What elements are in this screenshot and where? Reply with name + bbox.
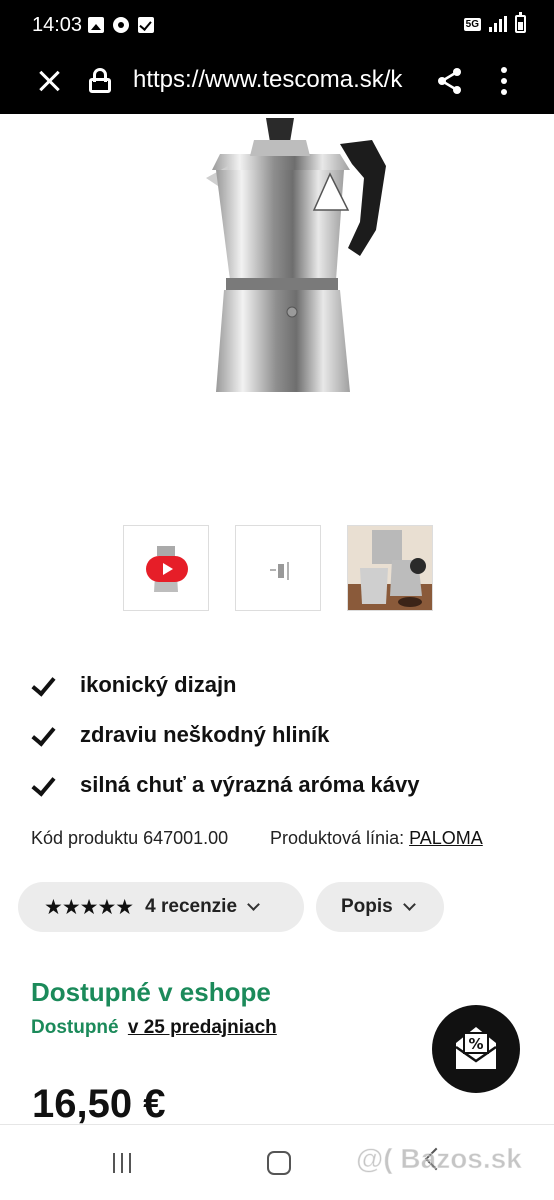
status-time: 14:03 [32,14,83,36]
signal-icon [489,16,507,32]
check-icon [30,673,54,697]
feature-text: ikonický dizajn [80,672,237,697]
product-code: Kód produktu 647001.00 [31,828,229,848]
feature-text: zdraviu neškodný hliník [80,722,330,747]
feature-item: zdraviu neškodný hliník [30,710,420,760]
browser-toolbar: https://www.tescoma.sk/k [0,52,554,114]
discount-envelope-icon: % [455,1027,497,1069]
network-5g-icon: 5G [463,17,481,31]
check-icon [30,773,54,797]
product-meta: Kód produktu 647001.00 Produktová línia:… [31,828,483,849]
close-tab-button[interactable] [34,66,64,96]
price: 16,50 € [32,1082,166,1126]
lock-icon[interactable] [89,68,111,94]
reviews-button[interactable]: ★★★★★ 4 recenzie [18,882,304,932]
checkbox-icon [138,17,154,33]
watermark: @( Bazos.sk [356,1143,523,1175]
video-thumbnail[interactable] [123,525,209,611]
check-icon [30,723,54,747]
feature-item: ikonický dizajn [30,660,420,710]
gallery-icon [88,17,104,33]
dimensions-thumbnail[interactable] [235,525,321,611]
chevron-down-icon [247,898,260,911]
feature-text: silná chuť a výrazná aróma kávy [80,772,420,797]
svg-text:%: % [468,1035,483,1053]
availability-stores: Dostupné v 25 predajniach [31,1017,277,1039]
url-field[interactable]: https://www.tescoma.sk/k [133,66,413,94]
thumbnail-gallery [123,525,433,611]
product-line: Produktová línia: PALOMA [270,828,483,849]
share-icon[interactable] [436,67,464,95]
system-icons: 5G [463,12,526,33]
availability-status: Dostupné [31,1017,119,1038]
lifestyle-thumbnail[interactable] [347,525,433,611]
notification-icons [88,17,154,33]
more-options-icon[interactable] [496,66,512,96]
description-button[interactable]: Popis [316,882,444,932]
battery-icon [515,12,526,33]
moka-pot-illustration [206,118,386,392]
feature-item: silná chuť a výrazná aróma kávy [30,760,420,810]
home-button[interactable] [267,1151,291,1175]
reviews-label: 4 recenzie [145,896,238,917]
product-line-label: Produktová línia: [270,828,405,848]
feature-list: ikonický dizajn zdraviu neškodný hliník … [30,660,420,810]
description-label: Popis [341,896,393,917]
product-image[interactable] [0,114,554,514]
chevron-down-icon [402,898,416,911]
status-bar: 14:03 5G [0,0,554,52]
stores-link[interactable]: v 25 predajniach [128,1017,277,1038]
chrome-icon [113,17,129,33]
discount-button[interactable]: % [432,1005,520,1093]
availability-title: Dostupné v eshope [31,977,271,1007]
rating-stars-icon: ★★★★★ [44,895,134,919]
recents-button[interactable] [113,1153,131,1173]
product-line-link[interactable]: PALOMA [409,828,483,848]
